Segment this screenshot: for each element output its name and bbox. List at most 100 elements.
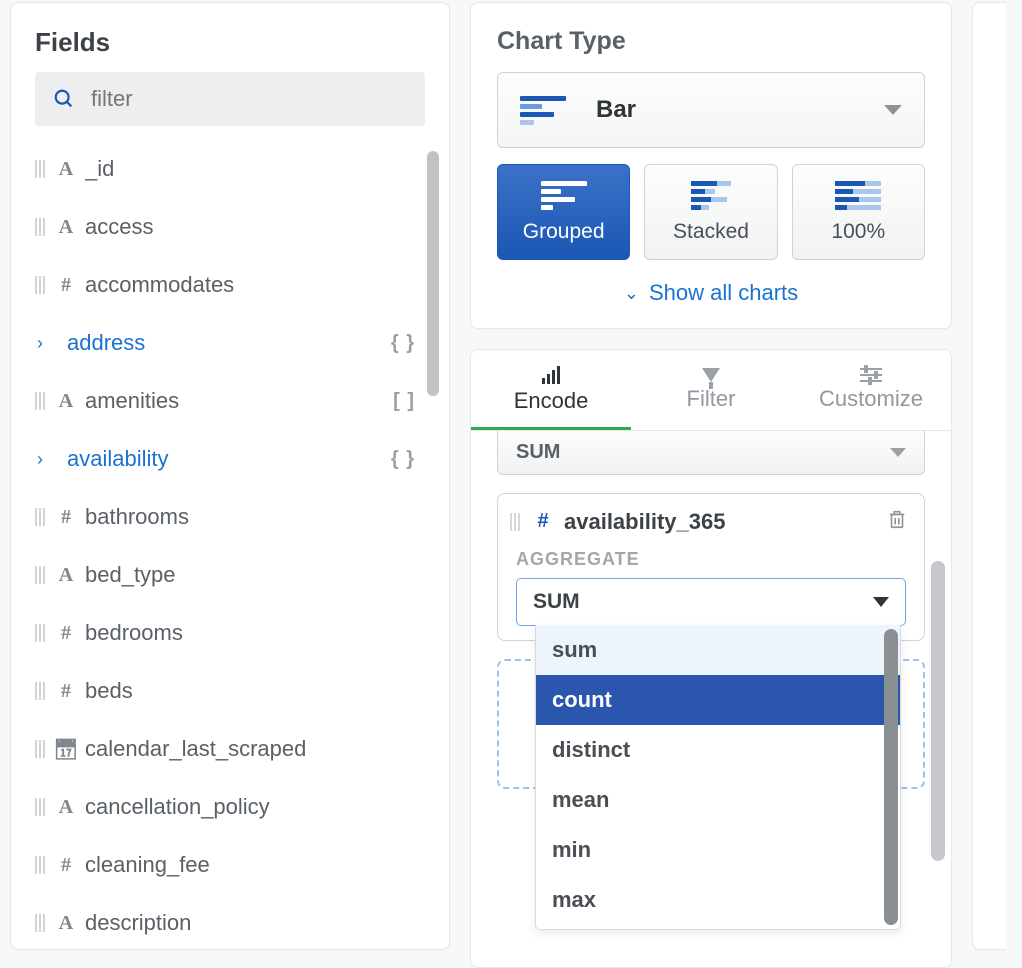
fields-filter-input[interactable] bbox=[91, 86, 407, 112]
fields-list: A_idAaccess#accommodates›address{ }Aamen… bbox=[11, 140, 449, 949]
drag-handle-icon[interactable] bbox=[35, 914, 45, 932]
chart-type-title: Chart Type bbox=[497, 27, 925, 56]
tab-customize[interactable]: Customize bbox=[791, 350, 951, 430]
aggregate-select-collapsed[interactable]: SUM bbox=[497, 431, 925, 475]
drag-handle-icon[interactable] bbox=[35, 566, 45, 584]
text-type-icon: A bbox=[53, 158, 79, 181]
field-label: bathrooms bbox=[85, 504, 419, 530]
number-type-icon: # bbox=[53, 506, 79, 529]
field-availability[interactable]: ›availability{ } bbox=[35, 430, 419, 488]
encode-body: SUM # availability_365 AGGREGATE SUM bbox=[471, 430, 951, 967]
tab-encode[interactable]: Encode bbox=[471, 350, 631, 430]
field-label: amenities bbox=[85, 388, 387, 414]
show-all-charts-label: Show all charts bbox=[649, 280, 798, 306]
tab-label: Encode bbox=[514, 388, 589, 414]
tab-label: Customize bbox=[819, 386, 923, 412]
customize-icon bbox=[860, 368, 882, 382]
field-accommodates[interactable]: # accommodates bbox=[35, 256, 419, 314]
subtype-grouped[interactable]: Grouped bbox=[497, 164, 630, 260]
grouped-bar-icon bbox=[541, 181, 587, 210]
drag-handle-icon[interactable] bbox=[35, 392, 45, 410]
field-bedrooms[interactable]: # bedrooms bbox=[35, 604, 419, 662]
field-address[interactable]: ›address{ } bbox=[35, 314, 419, 372]
drag-handle-icon[interactable] bbox=[35, 276, 45, 294]
field-label: description bbox=[85, 910, 419, 936]
aggregate-select[interactable]: SUM sumcountdistinctmeanminmax bbox=[516, 578, 906, 626]
chevron-down-icon bbox=[873, 597, 889, 607]
object-braces-icon: { } bbox=[391, 332, 415, 355]
show-all-charts-link[interactable]: ⌄ Show all charts bbox=[497, 280, 925, 306]
drag-handle-icon[interactable] bbox=[35, 624, 45, 642]
field-label: _id bbox=[85, 156, 419, 182]
field-label: cleaning_fee bbox=[85, 852, 419, 878]
fields-filter[interactable] bbox=[35, 72, 425, 126]
field-bathrooms[interactable]: # bathrooms bbox=[35, 488, 419, 546]
bar-chart-icon bbox=[520, 96, 566, 125]
encoding-field-card: # availability_365 AGGREGATE SUM sumcoun… bbox=[497, 493, 925, 641]
delete-encoding-button[interactable] bbox=[886, 508, 908, 535]
aggregate-dropdown: sumcountdistinctmeanminmax bbox=[535, 625, 901, 930]
aggregate-option-mean[interactable]: mean bbox=[536, 775, 900, 825]
encode-panel: Encode Filter Customize SUM # availability… bbox=[470, 349, 952, 968]
tabs-row: Encode Filter Customize bbox=[471, 350, 951, 430]
tab-filter[interactable]: Filter bbox=[631, 350, 791, 430]
drag-handle-icon[interactable] bbox=[35, 218, 45, 236]
encoding-field-name: availability_365 bbox=[564, 509, 725, 535]
drag-handle-icon[interactable] bbox=[35, 682, 45, 700]
right-column: Chart Type Bar Grouped Stacked 100% ⌄ Show… bbox=[470, 0, 952, 968]
fields-title: Fields bbox=[11, 27, 449, 72]
text-type-icon: A bbox=[53, 564, 79, 587]
text-type-icon: A bbox=[53, 390, 79, 413]
field-cleaning_fee[interactable]: # cleaning_fee bbox=[35, 836, 419, 894]
text-type-icon: A bbox=[53, 216, 79, 239]
chart-type-select[interactable]: Bar bbox=[497, 72, 925, 148]
drag-handle-icon[interactable] bbox=[35, 508, 45, 526]
aggregate-label: AGGREGATE bbox=[510, 549, 908, 570]
field-_id[interactable]: A _id bbox=[35, 140, 419, 198]
chevron-down-icon bbox=[890, 448, 906, 457]
field-beds[interactable]: #beds bbox=[35, 662, 419, 720]
chevron-right-icon: › bbox=[35, 333, 61, 354]
number-type-icon: # bbox=[53, 274, 79, 297]
subtype-stacked[interactable]: Stacked bbox=[644, 164, 777, 260]
field-bed_type[interactable]: Abed_type bbox=[35, 546, 419, 604]
field-cancellation_policy[interactable]: Acancellation_policy bbox=[35, 778, 419, 836]
encode-scrollbar[interactable] bbox=[931, 561, 945, 861]
tab-label: Filter bbox=[687, 386, 736, 412]
number-type-icon: # bbox=[53, 854, 79, 877]
drag-handle-icon[interactable] bbox=[510, 513, 520, 531]
field-label: availability bbox=[67, 446, 385, 472]
field-description[interactable]: Adescription bbox=[35, 894, 419, 949]
field-label: access bbox=[85, 214, 419, 240]
right-panel-sliver bbox=[972, 2, 1006, 950]
field-label: cancellation_policy bbox=[85, 794, 419, 820]
subtype-100pct[interactable]: 100% bbox=[792, 164, 925, 260]
dropdown-scrollbar[interactable] bbox=[884, 629, 898, 925]
subtype-label: Stacked bbox=[673, 220, 749, 244]
drag-handle-icon[interactable] bbox=[35, 160, 45, 178]
field-amenities[interactable]: Aamenities[ ] bbox=[35, 372, 419, 430]
drag-handle-icon[interactable] bbox=[35, 798, 45, 816]
chevron-down-icon: ⌄ bbox=[624, 283, 639, 304]
aggregate-option-count[interactable]: count bbox=[536, 675, 900, 725]
field-access[interactable]: Aaccess bbox=[35, 198, 419, 256]
aggregate-select-value: SUM bbox=[533, 590, 580, 614]
number-type-icon: # bbox=[530, 510, 556, 533]
aggregate-option-min[interactable]: min bbox=[536, 825, 900, 875]
subtype-label: 100% bbox=[831, 220, 885, 244]
aggregate-option-distinct[interactable]: distinct bbox=[536, 725, 900, 775]
chevron-right-icon: › bbox=[35, 449, 61, 470]
drag-handle-icon[interactable] bbox=[35, 856, 45, 874]
field-label: bed_type bbox=[85, 562, 419, 588]
field-calendar_last_scraped[interactable]: 📅︎calendar_last_scraped bbox=[35, 720, 419, 778]
number-type-icon: # bbox=[53, 622, 79, 645]
stacked-bar-icon bbox=[691, 181, 731, 210]
field-label: beds bbox=[85, 678, 419, 704]
drag-handle-icon[interactable] bbox=[35, 740, 45, 758]
chart-type-panel: Chart Type Bar Grouped Stacked 100% ⌄ Show… bbox=[470, 2, 952, 329]
field-label: accommodates bbox=[85, 272, 419, 298]
fields-scrollbar[interactable] bbox=[427, 151, 439, 396]
aggregate-option-sum[interactable]: sum bbox=[536, 625, 900, 675]
aggregate-option-max[interactable]: max bbox=[536, 875, 900, 925]
field-label: bedrooms bbox=[85, 620, 419, 646]
